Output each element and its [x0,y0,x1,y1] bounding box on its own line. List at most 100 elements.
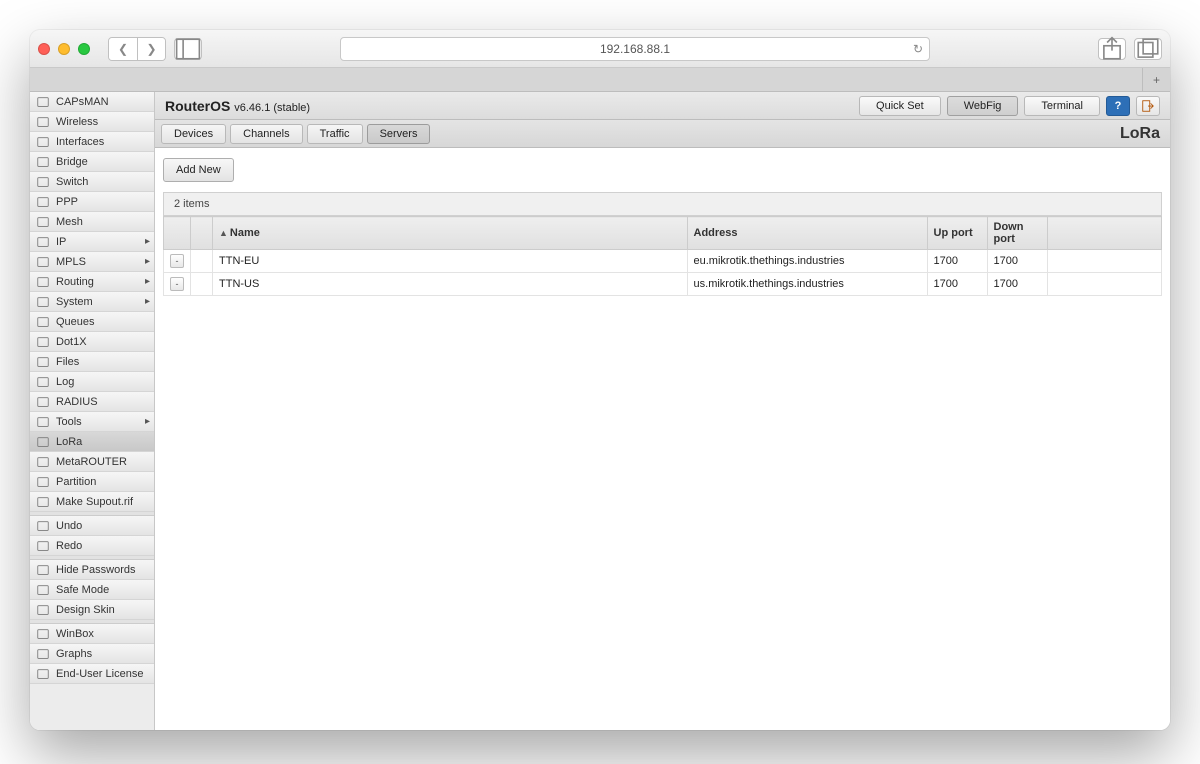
chevron-right-icon: ▸ [145,416,150,427]
sidebar-item-label: PPP [56,196,78,208]
mode-buttons: Quick Set WebFig Terminal ? [859,96,1160,116]
maximize-icon[interactable] [78,43,90,55]
sidebar-item-make-supout-rif[interactable]: Make Supout.rif [30,492,154,512]
cell-address: us.mikrotik.thethings.industries [687,273,927,296]
terminal-button[interactable]: Terminal [1024,96,1100,116]
url-bar[interactable]: 192.168.88.1 ↻ [340,37,930,61]
sidebar-item-label: End-User License [56,668,143,680]
sidebar-toggle-icon[interactable] [174,38,202,60]
tab-devices[interactable]: Devices [161,124,226,144]
sidebar-item-label: IP [56,236,66,248]
share-icon[interactable] [1098,38,1126,60]
sidebar: CAPsMANWireless Interfaces Bridge Switch PPP… [30,92,155,730]
sidebar-item-tools[interactable]: Tools▸ [30,412,154,432]
browser-window: ❮ ❯ 192.168.88.1 ↻ + CAPsMANWireless Inte… [30,30,1170,730]
sidebar-item-design-skin[interactable]: Design Skin [30,600,154,620]
menu-icon [36,275,50,289]
sidebar-item-label: Make Supout.rif [56,496,133,508]
cell-name: TTN-EU [213,250,688,273]
sidebar-item-dot1x[interactable]: Dot1X [30,332,154,352]
close-icon[interactable] [38,43,50,55]
sidebar-item-label: Hide Passwords [56,564,135,576]
table-row[interactable]: -TTN-USus.mikrotik.thethings.industries1… [164,273,1162,296]
new-tab-button[interactable]: + [1142,68,1170,92]
menu-icon [36,415,50,429]
menu-icon [36,155,50,169]
logout-button[interactable] [1136,96,1160,116]
product-name: RouterOS [165,98,230,114]
sidebar-item-label: Design Skin [56,604,115,616]
col-name[interactable]: ▲Name [213,217,688,250]
menu-icon [36,647,50,661]
menu-icon [36,583,50,597]
sidebar-item-mpls[interactable]: MPLS ▸ [30,252,154,272]
menu-icon [36,175,50,189]
sidebar-item-hide-passwords[interactable]: Hide Passwords [30,560,154,580]
sidebar-item-safe-mode[interactable]: Safe Mode [30,580,154,600]
row-toggle-button[interactable]: - [170,277,184,291]
menu-icon [36,395,50,409]
cell-name: TTN-US [213,273,688,296]
tab-channels[interactable]: Channels [230,124,302,144]
menu-icon [36,603,50,617]
menu-icon [36,135,50,149]
sidebar-item-capsman[interactable]: CAPsMAN [30,92,154,112]
tab-servers[interactable]: Servers [367,124,431,144]
menu-icon [36,115,50,129]
sidebar-item-label: Undo [56,520,82,532]
sidebar-item-partition[interactable]: Partition [30,472,154,492]
sidebar-item-lora[interactable]: LoRa [30,432,154,452]
quick-set-button[interactable]: Quick Set [859,96,941,116]
sidebar-item-winbox[interactable]: WinBox [30,624,154,644]
tabs-icon[interactable] [1134,38,1162,60]
section-title: LoRa [1120,125,1160,143]
chevron-right-icon: ▸ [145,256,150,267]
version-label: v6.46.1 (stable) [234,102,310,114]
menu-icon [36,375,50,389]
sidebar-item-ppp[interactable]: PPP [30,192,154,212]
col-toggle[interactable] [164,217,191,250]
cell-up-port: 1700 [927,250,987,273]
table-row[interactable]: -TTN-EUeu.mikrotik.thethings.industries1… [164,250,1162,273]
sidebar-item-interfaces[interactable]: Interfaces [30,132,154,152]
sidebar-item-radius[interactable]: RADIUS [30,392,154,412]
sidebar-item-mesh[interactable]: Mesh [30,212,154,232]
sidebar-item-ip[interactable]: IP▸ [30,232,154,252]
webfig-button[interactable]: WebFig [947,96,1019,116]
help-button[interactable]: ? [1106,96,1130,116]
col-blank[interactable] [191,217,213,250]
cell-down-port: 1700 [987,250,1047,273]
sidebar-item-undo[interactable]: Undo [30,516,154,536]
sidebar-item-log[interactable]: Log [30,372,154,392]
sidebar-item-graphs[interactable]: Graphs [30,644,154,664]
sidebar-item-label: Redo [56,540,82,552]
sidebar-item-queues[interactable]: Queues [30,312,154,332]
menu-icon [36,195,50,209]
sidebar-item-switch[interactable]: Switch [30,172,154,192]
sidebar-item-redo[interactable]: Redo [30,536,154,556]
back-button[interactable]: ❮ [109,38,137,60]
add-new-button[interactable]: Add New [163,158,234,182]
sidebar-item-system[interactable]: System▸ [30,292,154,312]
sidebar-item-label: Switch [56,176,88,188]
col-up-port[interactable]: Up port [927,217,987,250]
sidebar-item-wireless[interactable]: Wireless [30,112,154,132]
sidebar-item-label: Interfaces [56,136,104,148]
forward-button[interactable]: ❯ [137,38,165,60]
tab-traffic[interactable]: Traffic [307,124,363,144]
minimize-icon[interactable] [58,43,70,55]
reload-icon[interactable]: ↻ [913,42,923,56]
col-down-port[interactable]: Down port [987,217,1047,250]
col-address[interactable]: Address [687,217,927,250]
sidebar-item-label: MPLS [56,256,86,268]
menu-icon [36,255,50,269]
row-toggle-button[interactable]: - [170,254,184,268]
sidebar-item-bridge[interactable]: Bridge [30,152,154,172]
menu-icon [36,215,50,229]
sidebar-item-end-user-license[interactable]: End-User License [30,664,154,684]
sidebar-item-files[interactable]: Files [30,352,154,372]
sidebar-item-routing[interactable]: Routing▸ [30,272,154,292]
sidebar-item-metarouter[interactable]: MetaROUTER [30,452,154,472]
sidebar-item-label: Files [56,356,79,368]
menu-icon [36,355,50,369]
